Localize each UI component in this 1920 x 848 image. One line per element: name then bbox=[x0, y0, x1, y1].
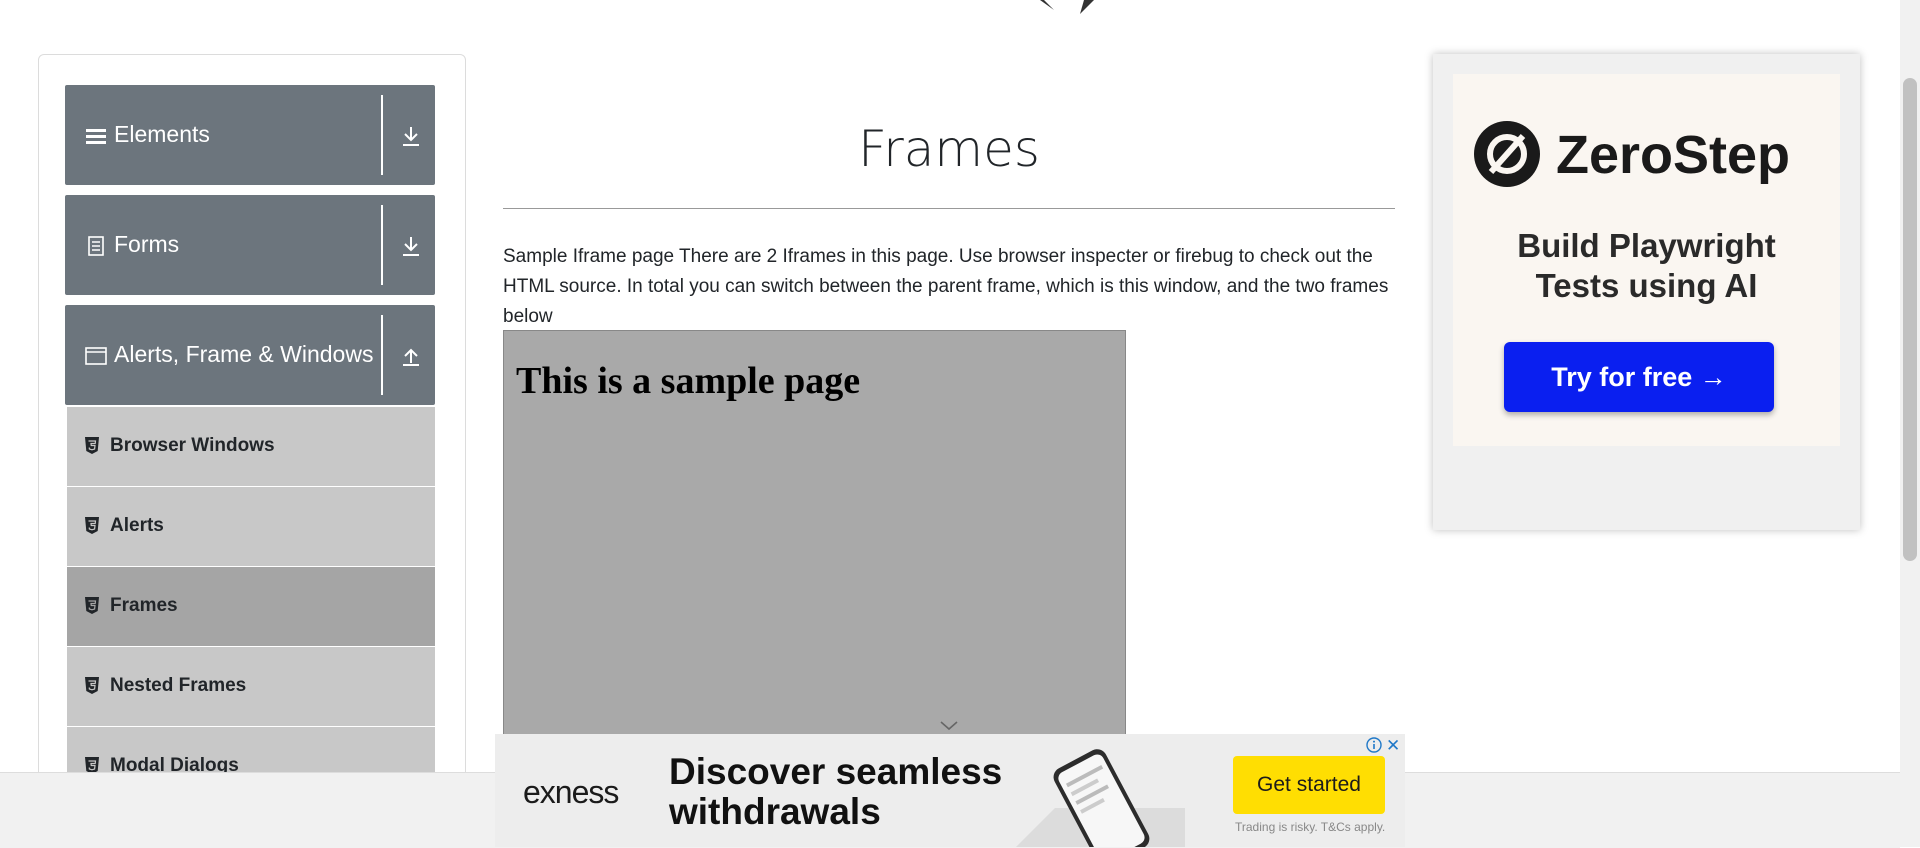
html5-icon bbox=[85, 437, 99, 454]
hamburger-icon bbox=[86, 129, 106, 144]
group-header-forms[interactable]: Forms bbox=[65, 195, 435, 295]
sample-iframe[interactable]: This is a sample page bbox=[503, 330, 1126, 742]
iframe-heading: This is a sample page bbox=[516, 360, 861, 402]
ad-disclaimer: Trading is risky. T&Cs apply. bbox=[1235, 820, 1386, 834]
close-icon[interactable]: ✕ bbox=[1386, 736, 1400, 756]
info-icon[interactable] bbox=[1366, 737, 1382, 753]
menu-item-nested-frames[interactable]: Nested Frames bbox=[67, 647, 435, 727]
ad-tagline-line1: Build Playwright bbox=[1517, 227, 1776, 264]
phone-image bbox=[1016, 749, 1185, 847]
menu-item-alerts[interactable]: Alerts bbox=[67, 487, 435, 567]
title-divider bbox=[503, 208, 1395, 209]
left-panel: Elements Forms Alerts, Frame & Windows B… bbox=[38, 54, 466, 807]
page-title: Frames bbox=[858, 120, 1040, 178]
group-header-alerts-frame-windows[interactable]: Alerts, Frame & Windows bbox=[65, 305, 435, 405]
download-icon bbox=[403, 237, 419, 256]
zerostep-logo-icon bbox=[1474, 121, 1540, 187]
ad-headline-line2: withdrawals bbox=[669, 791, 881, 832]
site-logo-fragment bbox=[1040, 0, 1094, 14]
menu-item-label: Alerts bbox=[110, 515, 164, 536]
menu-item-label: Frames bbox=[110, 595, 178, 616]
ad-brand: exness bbox=[523, 774, 619, 810]
download-icon bbox=[403, 127, 419, 146]
ad-tagline-line2: Tests using AI bbox=[1535, 267, 1758, 304]
group-header-elements[interactable]: Elements bbox=[65, 85, 435, 185]
try-for-free-button[interactable]: Try for free → bbox=[1504, 342, 1774, 412]
ad-headline-line1: Discover seamless bbox=[669, 751, 1003, 792]
group-title: Forms bbox=[114, 231, 180, 257]
group-title: Elements bbox=[114, 121, 210, 147]
group-title: Alerts, Frame & Windows bbox=[114, 341, 374, 367]
window-icon bbox=[85, 347, 107, 365]
html5-icon bbox=[85, 517, 99, 534]
ad-headline: Discover seamless withdrawals bbox=[669, 752, 1002, 832]
divider bbox=[381, 95, 383, 175]
menu-item-browser-windows[interactable]: Browser Windows bbox=[67, 407, 435, 487]
menu-item-label: Browser Windows bbox=[110, 435, 275, 456]
html5-icon bbox=[85, 677, 99, 694]
menu-item-label: Nested Frames bbox=[110, 675, 247, 696]
ad-brand: ZeroStep bbox=[1556, 125, 1791, 185]
page-description: Sample Iframe page There are 2 Iframes i… bbox=[503, 246, 1389, 327]
divider bbox=[381, 315, 383, 395]
ad-card: ZeroStep Build Playwright Tests using AI… bbox=[1453, 74, 1840, 446]
divider bbox=[381, 205, 383, 285]
html5-icon bbox=[85, 597, 99, 614]
zerostep-ad[interactable]: ZeroStep Build Playwright Tests using AI… bbox=[1433, 54, 1860, 530]
get-started-button[interactable]: Get started bbox=[1233, 756, 1385, 814]
document-icon bbox=[88, 236, 104, 256]
exness-banner-ad[interactable]: exness Discover seamless withdrawals Get… bbox=[495, 734, 1405, 847]
scrollbar-thumb[interactable] bbox=[1903, 78, 1917, 561]
chevron-down-icon[interactable] bbox=[940, 721, 958, 731]
ad-tagline: Build Playwright Tests using AI bbox=[1453, 226, 1840, 306]
page-scrollbar[interactable] bbox=[1900, 0, 1920, 847]
upload-icon bbox=[403, 348, 419, 366]
menu-item-frames[interactable]: Frames bbox=[67, 567, 435, 647]
